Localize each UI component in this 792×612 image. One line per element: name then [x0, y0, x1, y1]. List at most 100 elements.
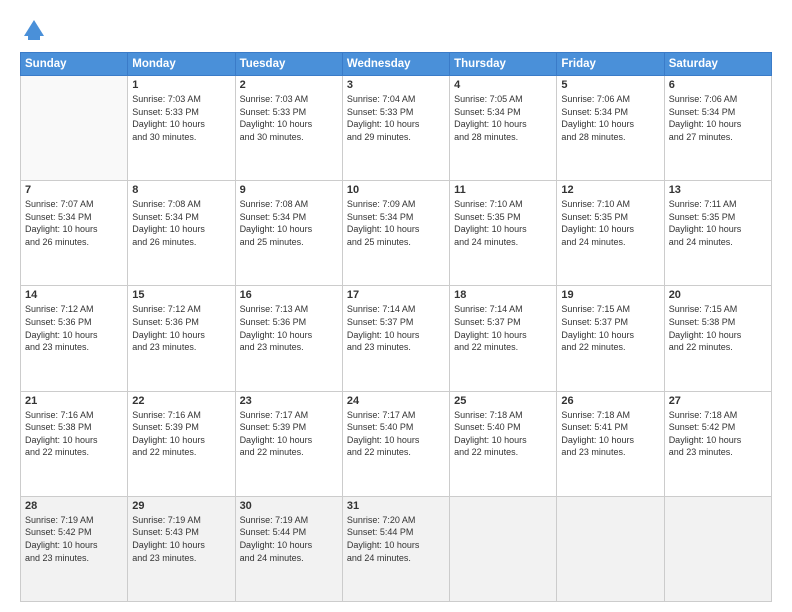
- calendar-cell: 9Sunrise: 7:08 AM Sunset: 5:34 PM Daylig…: [235, 181, 342, 286]
- day-number: 16: [240, 289, 338, 301]
- day-number: 10: [347, 184, 445, 196]
- day-info: Sunrise: 7:14 AM Sunset: 5:37 PM Dayligh…: [454, 303, 552, 353]
- header: [20, 16, 772, 44]
- calendar-cell: 16 Sunrise: 7:13 AM Sunset: 5:36 PM Dayli…: [235, 286, 342, 391]
- calendar-cell: 11 Sunrise: 7:10 AM Sunset: 5:35 PM Dayli…: [450, 181, 557, 286]
- day-info: Sunrise: 7:09 AM Sunset: 5:34 PM Dayligh…: [347, 198, 445, 248]
- day-info: Sunrise: 7:03 AM Sunset: 5:33 PM Dayligh…: [240, 93, 338, 143]
- week-row-3: 14 Sunrise: 7:12 AM Sunset: 5:36 PM Dayli…: [21, 286, 772, 391]
- day-info: Sunrise: 7:16 AM Sunset: 5:39 PM Dayligh…: [132, 409, 230, 459]
- calendar-cell: 8Sunrise: 7:08 AM Sunset: 5:34 PM Daylig…: [128, 181, 235, 286]
- calendar-cell: 26Sunrise: 7:18 AM Sunset: 5:41 PM Dayli…: [557, 391, 664, 496]
- day-info: Sunrise: 7:13 AM Sunset: 5:36 PM Dayligh…: [240, 303, 338, 353]
- day-info: Sunrise: 7:18 AM Sunset: 5:40 PM Dayligh…: [454, 409, 552, 459]
- day-info: Sunrise: 7:05 AM Sunset: 5:34 PM Dayligh…: [454, 93, 552, 143]
- calendar-cell: 24 Sunrise: 7:17 AM Sunset: 5:40 PM Dayli…: [342, 391, 449, 496]
- calendar-cell: 19 Sunrise: 7:15 AM Sunset: 5:37 PM Dayli…: [557, 286, 664, 391]
- day-info: Sunrise: 7:10 AM Sunset: 5:35 PM Dayligh…: [454, 198, 552, 248]
- day-number: 4: [454, 79, 552, 91]
- day-number: 7: [25, 184, 123, 196]
- calendar-cell: [664, 496, 771, 601]
- day-info: Sunrise: 7:19 AM Sunset: 5:44 PM Dayligh…: [240, 514, 338, 564]
- calendar-cell: 1Sunrise: 7:03 AM Sunset: 5:33 PM Daylig…: [128, 76, 235, 181]
- day-number: 20: [669, 289, 767, 301]
- day-number: 5: [561, 79, 659, 91]
- week-row-5: 28Sunrise: 7:19 AM Sunset: 5:42 PM Dayli…: [21, 496, 772, 601]
- day-number: 29: [132, 500, 230, 512]
- calendar-cell: [557, 496, 664, 601]
- day-number: 13: [669, 184, 767, 196]
- calendar-header: SundayMondayTuesdayWednesdayThursdayFrid…: [21, 53, 772, 76]
- weekday-header-friday: Friday: [557, 53, 664, 76]
- day-number: 27: [669, 395, 767, 407]
- day-number: 3: [347, 79, 445, 91]
- day-info: Sunrise: 7:18 AM Sunset: 5:42 PM Dayligh…: [669, 409, 767, 459]
- day-info: Sunrise: 7:06 AM Sunset: 5:34 PM Dayligh…: [669, 93, 767, 143]
- day-info: Sunrise: 7:20 AM Sunset: 5:44 PM Dayligh…: [347, 514, 445, 564]
- day-number: 23: [240, 395, 338, 407]
- day-info: Sunrise: 7:19 AM Sunset: 5:43 PM Dayligh…: [132, 514, 230, 564]
- day-number: 1: [132, 79, 230, 91]
- calendar-cell: 10 Sunrise: 7:09 AM Sunset: 5:34 PM Dayli…: [342, 181, 449, 286]
- calendar-cell: 15 Sunrise: 7:12 AM Sunset: 5:36 PM Dayli…: [128, 286, 235, 391]
- logo-icon: [20, 16, 48, 44]
- week-row-2: 7 Sunrise: 7:07 AM Sunset: 5:34 PM Daylig…: [21, 181, 772, 286]
- weekday-header-monday: Monday: [128, 53, 235, 76]
- calendar-cell: 6Sunrise: 7:06 AM Sunset: 5:34 PM Daylig…: [664, 76, 771, 181]
- calendar-cell: 5 Sunrise: 7:06 AM Sunset: 5:34 PM Daylig…: [557, 76, 664, 181]
- page: SundayMondayTuesdayWednesdayThursdayFrid…: [0, 0, 792, 612]
- weekday-header-wednesday: Wednesday: [342, 53, 449, 76]
- calendar-cell: 30 Sunrise: 7:19 AM Sunset: 5:44 PM Dayli…: [235, 496, 342, 601]
- day-info: Sunrise: 7:17 AM Sunset: 5:40 PM Dayligh…: [347, 409, 445, 459]
- day-number: 2: [240, 79, 338, 91]
- calendar-cell: 7 Sunrise: 7:07 AM Sunset: 5:34 PM Daylig…: [21, 181, 128, 286]
- day-number: 14: [25, 289, 123, 301]
- day-info: Sunrise: 7:12 AM Sunset: 5:36 PM Dayligh…: [132, 303, 230, 353]
- calendar-cell: 18 Sunrise: 7:14 AM Sunset: 5:37 PM Dayli…: [450, 286, 557, 391]
- day-info: Sunrise: 7:12 AM Sunset: 5:36 PM Dayligh…: [25, 303, 123, 353]
- calendar-cell: [450, 496, 557, 601]
- day-info: Sunrise: 7:17 AM Sunset: 5:39 PM Dayligh…: [240, 409, 338, 459]
- day-number: 22: [132, 395, 230, 407]
- weekday-header-thursday: Thursday: [450, 53, 557, 76]
- day-number: 31: [347, 500, 445, 512]
- day-info: Sunrise: 7:15 AM Sunset: 5:37 PM Dayligh…: [561, 303, 659, 353]
- day-info: Sunrise: 7:14 AM Sunset: 5:37 PM Dayligh…: [347, 303, 445, 353]
- calendar-cell: [21, 76, 128, 181]
- day-info: Sunrise: 7:10 AM Sunset: 5:35 PM Dayligh…: [561, 198, 659, 248]
- day-number: 28: [25, 500, 123, 512]
- weekday-row: SundayMondayTuesdayWednesdayThursdayFrid…: [21, 53, 772, 76]
- calendar-cell: 17Sunrise: 7:14 AM Sunset: 5:37 PM Dayli…: [342, 286, 449, 391]
- calendar-cell: 14 Sunrise: 7:12 AM Sunset: 5:36 PM Dayli…: [21, 286, 128, 391]
- calendar-cell: 3 Sunrise: 7:04 AM Sunset: 5:33 PM Daylig…: [342, 76, 449, 181]
- day-number: 25: [454, 395, 552, 407]
- day-info: Sunrise: 7:08 AM Sunset: 5:34 PM Dayligh…: [132, 198, 230, 248]
- day-number: 11: [454, 184, 552, 196]
- day-number: 12: [561, 184, 659, 196]
- weekday-header-tuesday: Tuesday: [235, 53, 342, 76]
- day-number: 18: [454, 289, 552, 301]
- calendar-table: SundayMondayTuesdayWednesdayThursdayFrid…: [20, 52, 772, 602]
- day-number: 15: [132, 289, 230, 301]
- calendar-cell: 25 Sunrise: 7:18 AM Sunset: 5:40 PM Dayli…: [450, 391, 557, 496]
- calendar-cell: 28Sunrise: 7:19 AM Sunset: 5:42 PM Dayli…: [21, 496, 128, 601]
- day-info: Sunrise: 7:06 AM Sunset: 5:34 PM Dayligh…: [561, 93, 659, 143]
- calendar-cell: 27 Sunrise: 7:18 AM Sunset: 5:42 PM Dayli…: [664, 391, 771, 496]
- calendar-cell: 29 Sunrise: 7:19 AM Sunset: 5:43 PM Dayli…: [128, 496, 235, 601]
- calendar-cell: 13Sunrise: 7:11 AM Sunset: 5:35 PM Dayli…: [664, 181, 771, 286]
- calendar-cell: 12 Sunrise: 7:10 AM Sunset: 5:35 PM Dayli…: [557, 181, 664, 286]
- day-info: Sunrise: 7:07 AM Sunset: 5:34 PM Dayligh…: [25, 198, 123, 248]
- day-number: 26: [561, 395, 659, 407]
- day-info: Sunrise: 7:04 AM Sunset: 5:33 PM Dayligh…: [347, 93, 445, 143]
- calendar-body: 1 Sunrise: 7:03 AM Sunset: 5:33 PM Daylig…: [21, 76, 772, 602]
- day-number: 24: [347, 395, 445, 407]
- day-number: 19: [561, 289, 659, 301]
- calendar-cell: 23 Sunrise: 7:17 AM Sunset: 5:39 PM Dayli…: [235, 391, 342, 496]
- day-info: Sunrise: 7:08 AM Sunset: 5:34 PM Dayligh…: [240, 198, 338, 248]
- week-row-4: 21Sunrise: 7:16 AM Sunset: 5:38 PM Dayli…: [21, 391, 772, 496]
- day-number: 30: [240, 500, 338, 512]
- calendar-cell: 22 Sunrise: 7:16 AM Sunset: 5:39 PM Dayli…: [128, 391, 235, 496]
- calendar-cell: 4 Sunrise: 7:05 AM Sunset: 5:34 PM Daylig…: [450, 76, 557, 181]
- day-info: Sunrise: 7:16 AM Sunset: 5:38 PM Dayligh…: [25, 409, 123, 459]
- weekday-header-sunday: Sunday: [21, 53, 128, 76]
